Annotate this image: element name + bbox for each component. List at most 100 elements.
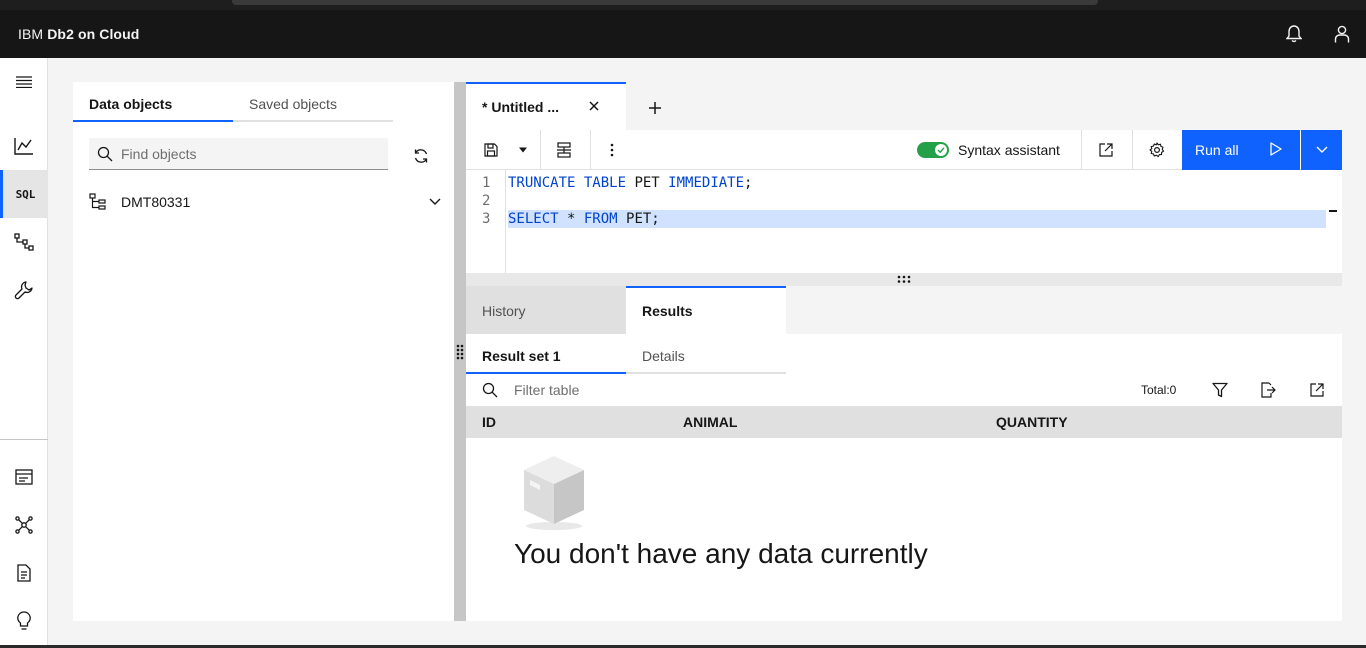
caret-down-icon: [519, 147, 527, 153]
column-header-quantity[interactable]: QUANTITY: [996, 414, 1068, 430]
sql-text: PET: [626, 175, 669, 191]
syntax-assistant-toggle[interactable]: [917, 142, 949, 158]
result-tabs: History Results: [466, 286, 1342, 334]
brand-prefix: IBM: [18, 26, 44, 42]
line-number: 2: [482, 193, 491, 209]
chevron-down-icon: [429, 198, 441, 205]
sql-nav[interactable]: SQL: [0, 170, 48, 218]
save-icon: [484, 143, 498, 157]
more-options-button[interactable]: [600, 130, 624, 170]
filter-icon: [1212, 382, 1228, 398]
run-options-dropdown[interactable]: [1301, 130, 1342, 170]
column-header-id[interactable]: ID: [482, 414, 496, 430]
open-results-button[interactable]: [1305, 378, 1329, 402]
tab-result-set-1[interactable]: Result set 1: [466, 334, 626, 374]
editor-tabs: * Untitled ...: [466, 82, 1342, 130]
scrollbar-marker: [1329, 210, 1337, 212]
close-icon: [589, 101, 599, 111]
tab-untitled[interactable]: * Untitled ...: [466, 82, 626, 130]
syntax-assistant-label: Syntax assistant: [958, 142, 1060, 158]
tab-history[interactable]: History: [466, 286, 626, 334]
data-nav[interactable]: [0, 218, 48, 266]
line-number: 3: [482, 211, 491, 227]
tips-nav[interactable]: [0, 597, 48, 645]
overflow-menu-icon: [610, 143, 614, 157]
lightbulb-icon: [17, 611, 31, 630]
code-line: TRUNCATE TABLE PET IMMEDIATE;: [508, 174, 752, 192]
side-rail: SQL: [0, 58, 48, 648]
format-button[interactable]: [552, 130, 576, 170]
format-icon: [557, 142, 571, 158]
empty-box-icon: [524, 456, 584, 530]
export-button[interactable]: [1256, 378, 1280, 402]
tab-saved-objects[interactable]: Saved objects: [233, 82, 393, 122]
tab-results[interactable]: Results: [626, 286, 786, 334]
toggle-checkmark-icon: [935, 144, 947, 156]
browser-strip: [0, 0, 1366, 10]
code-line-highlighted: SELECT * FROM PET;: [508, 210, 1326, 228]
export-icon: [1261, 382, 1276, 398]
refresh-icon: [414, 149, 428, 163]
column-header-animal[interactable]: ANIMAL: [683, 414, 737, 430]
sql-text: ;: [744, 175, 753, 191]
sql-keyword: SELECT: [508, 211, 559, 227]
total-count: Total:0: [1141, 383, 1177, 397]
connections-nav[interactable]: [0, 501, 48, 549]
notifications-button[interactable]: [1270, 10, 1318, 58]
sql-editor-area: * Untitled ... Syntax assistant Run all …: [466, 82, 1342, 273]
terminal-icon: [15, 469, 33, 485]
schema-tree-icon: [89, 193, 106, 210]
chevron-down-icon: [1316, 146, 1327, 153]
search-icon: [89, 146, 121, 162]
run-all-button[interactable]: Run all: [1182, 130, 1300, 170]
sql-text: PET;: [617, 211, 660, 227]
sql-icon: SQL: [15, 187, 36, 201]
launch-icon: [1310, 383, 1324, 397]
search-icon: [466, 382, 514, 398]
chart-line-icon: [14, 138, 33, 155]
documentation-nav[interactable]: [0, 549, 48, 597]
administer-nav[interactable]: [0, 266, 48, 314]
tab-details[interactable]: Details: [626, 334, 786, 374]
tab-data-objects[interactable]: Data objects: [73, 82, 233, 122]
rail-divider: [0, 439, 48, 440]
find-objects-input[interactable]: [121, 145, 371, 162]
result-sub-tabs: Result set 1 Details: [466, 334, 786, 374]
filter-table-input[interactable]: [514, 382, 814, 398]
object-tabs: Data objects Saved objects: [73, 82, 394, 122]
add-tab-button[interactable]: [643, 96, 667, 120]
editor-tab-label: * Untitled ...: [482, 99, 559, 115]
console-nav[interactable]: [0, 453, 48, 501]
user-profile-button[interactable]: [1318, 10, 1366, 58]
monitor-nav[interactable]: [0, 122, 48, 170]
play-icon: [1270, 142, 1282, 156]
gear-icon: [1149, 142, 1165, 158]
open-in-new-window-button[interactable]: [1094, 130, 1118, 170]
user-icon: [1334, 25, 1350, 43]
panel-splitter[interactable]: [454, 82, 466, 621]
editor-results-splitter[interactable]: [466, 273, 1342, 286]
save-button[interactable]: [480, 130, 502, 170]
table-header: ID ANIMAL QUANTITY: [466, 406, 1342, 438]
filter-button[interactable]: [1208, 378, 1232, 402]
refresh-button[interactable]: [409, 144, 433, 168]
app-brand[interactable]: IBM Db2 on Cloud: [18, 26, 139, 42]
browser-address-bar: [232, 0, 1098, 5]
toolbar-divider: [590, 130, 591, 170]
hamburger-icon: [16, 76, 32, 88]
sql-keyword: IMMEDIATE: [668, 175, 745, 191]
run-all-label: Run all: [1195, 142, 1239, 158]
wrench-icon: [14, 281, 33, 300]
close-tab-button[interactable]: [586, 98, 602, 114]
launch-icon: [1099, 143, 1113, 157]
bell-icon: [1286, 25, 1302, 43]
save-options-dropdown[interactable]: [512, 130, 534, 170]
menu-button[interactable]: [0, 58, 48, 106]
settings-button[interactable]: [1145, 130, 1169, 170]
sql-keyword: TRUNCATE TABLE: [508, 175, 627, 191]
app-header: IBM Db2 on Cloud: [0, 10, 1366, 58]
sql-text: *: [558, 211, 584, 227]
schema-row[interactable]: DMT80331: [89, 186, 441, 218]
code-editor[interactable]: 1 2 3 TRUNCATE TABLE PET IMMEDIATE; SELE…: [466, 170, 1342, 273]
editor-toolbar: Syntax assistant Run all: [466, 130, 1342, 170]
